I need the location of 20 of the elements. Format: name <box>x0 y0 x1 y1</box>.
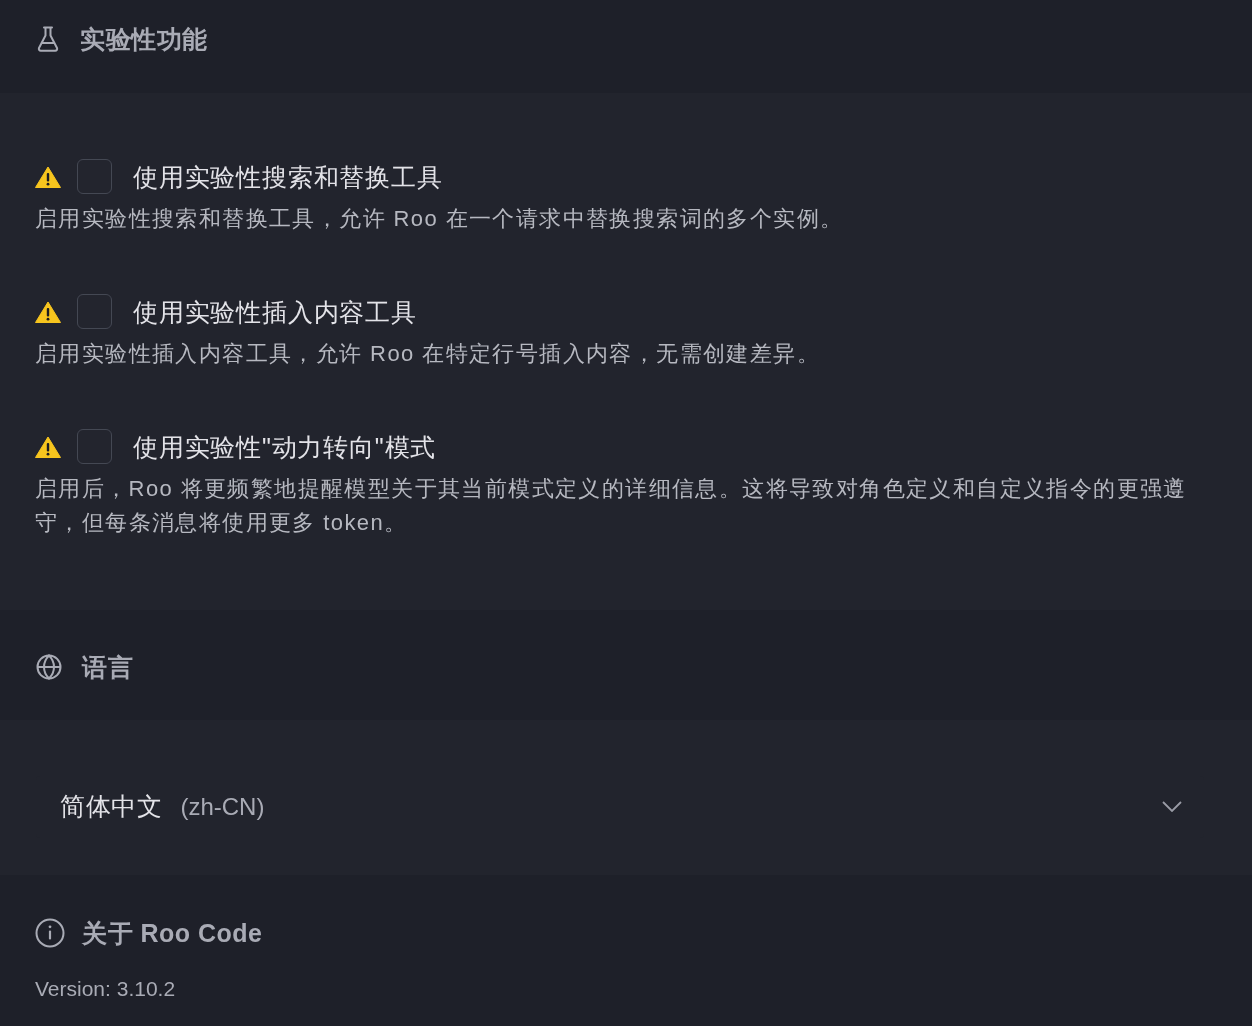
warning-icon <box>35 300 61 323</box>
feature-label: 使用实验性搜索和替换工具 <box>133 161 443 192</box>
feature-label: 使用实验性"动力转向"模式 <box>133 431 437 462</box>
feature-description: 启用后，Roo 将更频繁地提醒模型关于其当前模式定义的详细信息。这将导致对角色定义和自定义指令的更强遵守，但每条消息将使用更多 token。 <box>35 475 1188 537</box>
feature-label: 使用实验性插入内容工具 <box>133 296 417 327</box>
warning-icon <box>35 435 61 458</box>
info-icon <box>35 918 65 948</box>
globe-icon <box>36 653 62 680</box>
checkbox[interactable] <box>77 294 112 329</box>
section-title: 实验性功能 <box>80 24 208 54</box>
feature-description: 启用实验性插入内容工具，允许 Roo 在特定行号插入内容，无需创建差异。 <box>35 340 821 368</box>
feature-description: 启用实验性搜索和替换工具，允许 Roo 在一个请求中替换搜索词的多个实例。 <box>35 205 845 233</box>
flask-icon <box>36 26 60 52</box>
chevron-down-icon <box>1162 801 1182 812</box>
section-title: 关于 Roo Code <box>82 918 263 948</box>
warning-icon <box>35 165 61 188</box>
version-text: Version: 3.10.2 <box>35 977 177 1001</box>
checkbox[interactable] <box>77 429 112 464</box>
checkbox[interactable] <box>77 159 112 194</box>
section-title: 语言 <box>82 651 133 682</box>
